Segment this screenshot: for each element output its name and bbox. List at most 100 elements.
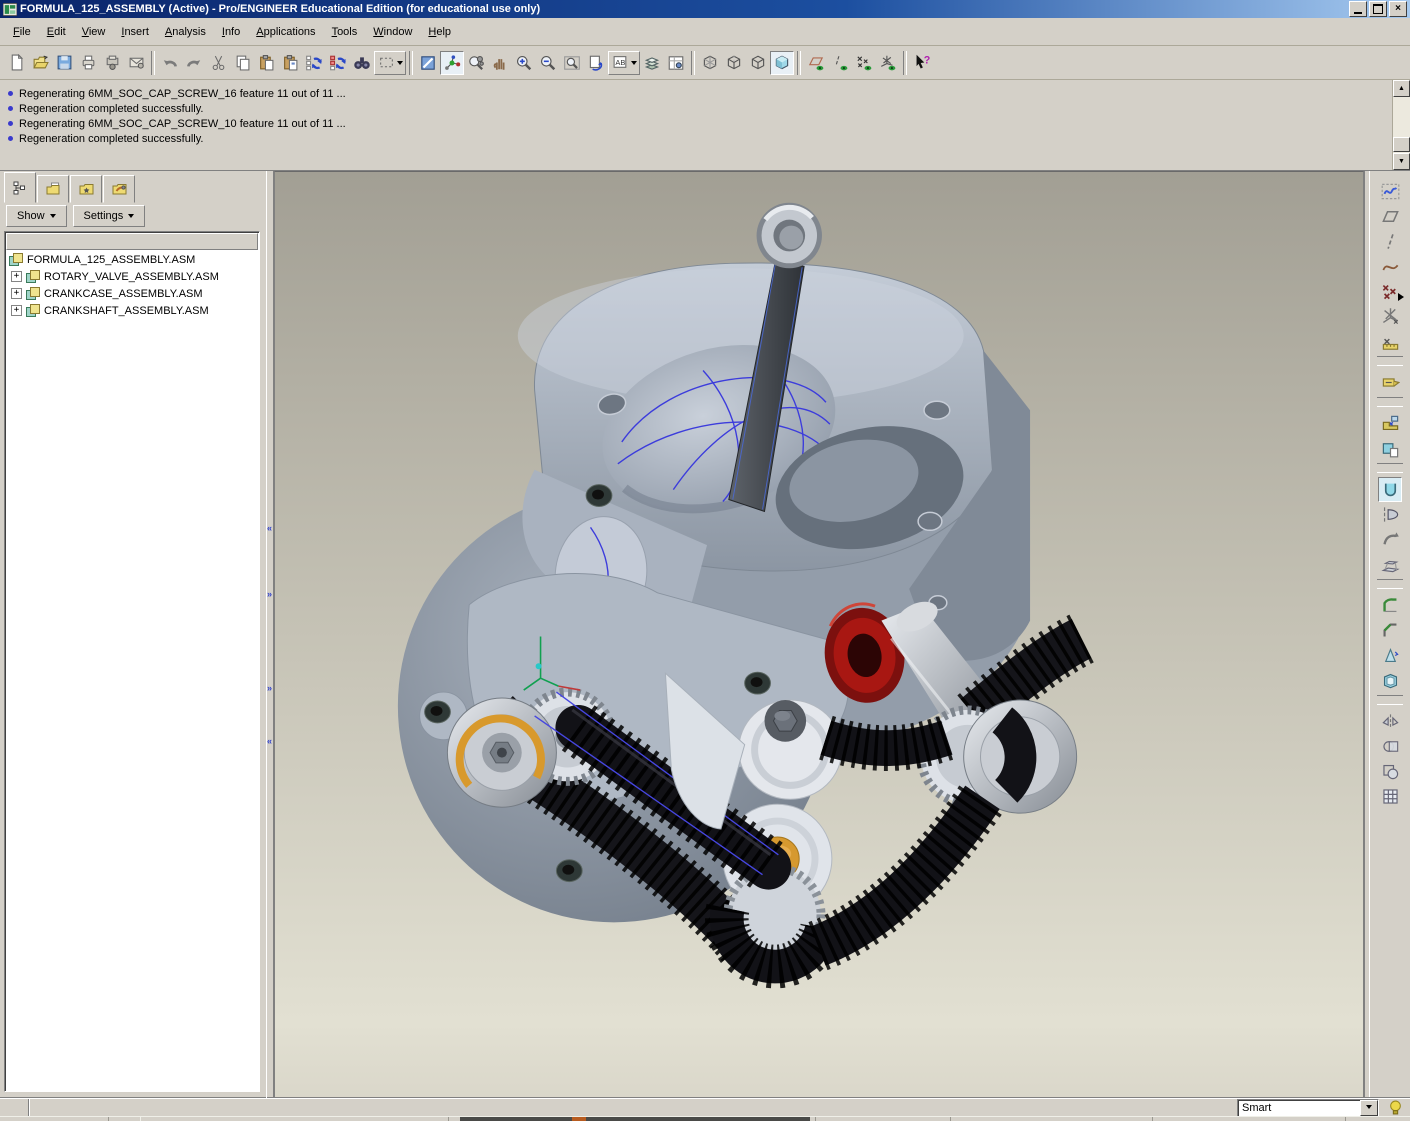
menu-info[interactable]: Info: [215, 23, 247, 41]
menu-insert[interactable]: Insert: [114, 23, 156, 41]
repaint-button[interactable]: [416, 51, 440, 75]
send-mail-button[interactable]: [124, 51, 148, 75]
cut-button[interactable]: [206, 51, 230, 75]
print-preview-button[interactable]: [100, 51, 124, 75]
print-button[interactable]: [76, 51, 100, 75]
spin-center-button[interactable]: [440, 51, 464, 75]
paste-button[interactable]: [254, 51, 278, 75]
scroll-track[interactable]: [1393, 97, 1410, 153]
merge-button[interactable]: [1378, 734, 1402, 759]
datum-axes-toggle[interactable]: [828, 51, 852, 75]
open-button[interactable]: [28, 51, 52, 75]
sketch-tool-button[interactable]: [1378, 179, 1402, 204]
tab-favorites[interactable]: [70, 175, 102, 203]
tab-model-tree[interactable]: [4, 172, 36, 203]
hidden-line-button[interactable]: [722, 51, 746, 75]
new-file-button[interactable]: [4, 51, 28, 75]
find-button[interactable]: [350, 51, 374, 75]
3d-viewport[interactable]: [274, 171, 1364, 1098]
pan-zoom-button[interactable]: [488, 51, 512, 75]
pattern-button[interactable]: [1378, 784, 1402, 809]
chamfer-button[interactable]: [1378, 618, 1402, 643]
shell-button[interactable]: [1378, 668, 1402, 693]
layers-button[interactable]: [640, 51, 664, 75]
undo-button[interactable]: [158, 51, 182, 75]
select-box-dropdown[interactable]: [374, 51, 406, 75]
close-button[interactable]: ×: [1389, 1, 1407, 17]
copy-button[interactable]: [230, 51, 254, 75]
panel-splitter[interactable]: « » » «: [266, 171, 274, 1098]
menu-file[interactable]: File: [6, 23, 38, 41]
context-help-button[interactable]: ?: [910, 51, 934, 75]
copy-icon: [234, 54, 251, 71]
round-button[interactable]: [1378, 593, 1402, 618]
menu-analysis[interactable]: Analysis: [158, 23, 213, 41]
regenerate-button[interactable]: [302, 51, 326, 75]
coordinate-system-button[interactable]: [1378, 304, 1402, 329]
tab-folder-browser[interactable]: [37, 175, 69, 203]
draft-button[interactable]: [1378, 643, 1402, 668]
scroll-down-button[interactable]: ▼: [1393, 153, 1410, 170]
zoom-in-button[interactable]: [512, 51, 536, 75]
tree-item[interactable]: + CRANKSHAFT_ASSEMBLY.ASM: [5, 302, 259, 319]
orient-mode-button[interactable]: [464, 51, 488, 75]
tree-item[interactable]: + CRANKCASE_ASSEMBLY.ASM: [5, 285, 259, 302]
select-box-button[interactable]: [375, 53, 397, 73]
analysis-measure-button[interactable]: [1378, 329, 1402, 354]
selection-filter-combo[interactable]: Smart: [1237, 1099, 1379, 1117]
paste-special-button[interactable]: [278, 51, 302, 75]
regenerate-manager-button[interactable]: [326, 51, 350, 75]
annotation-button[interactable]: [1378, 370, 1402, 395]
expand-icon[interactable]: +: [11, 288, 22, 299]
datum-planes-toggle[interactable]: [804, 51, 828, 75]
show-button[interactable]: Show: [6, 205, 67, 227]
save-button[interactable]: [52, 51, 76, 75]
shaded-button[interactable]: [770, 51, 794, 75]
title-bar[interactable]: FORMULA_125_ASSEMBLY (Active) - Pro/ENGI…: [0, 0, 1410, 18]
menu-help[interactable]: Help: [421, 23, 458, 41]
datum-plane-button[interactable]: [1378, 204, 1402, 229]
settings-button[interactable]: Settings: [73, 205, 146, 227]
revolve-button[interactable]: [1378, 502, 1402, 527]
main-toolbar: AB ?: [0, 46, 1410, 80]
expand-icon[interactable]: +: [11, 271, 22, 282]
datum-csys-toggle[interactable]: [876, 51, 900, 75]
create-component-button[interactable]: [1378, 436, 1402, 461]
maximize-button[interactable]: [1369, 1, 1387, 17]
tree-item[interactable]: + ROTARY_VALVE_ASSEMBLY.ASM: [5, 268, 259, 285]
tree-item-root[interactable]: FORMULA_125_ASSEMBLY.ASM: [5, 251, 259, 268]
redo-button[interactable]: [182, 51, 206, 75]
mirror-button[interactable]: [1378, 709, 1402, 734]
extrude-button[interactable]: [1378, 477, 1402, 502]
scroll-thumb[interactable]: [1393, 137, 1410, 152]
selection-filter-dropdown-button[interactable]: [1360, 1100, 1378, 1116]
datum-points-toggle[interactable]: [852, 51, 876, 75]
saved-views-button[interactable]: AB: [609, 53, 631, 73]
minimize-button[interactable]: [1349, 1, 1367, 17]
view-manager-button[interactable]: [664, 51, 688, 75]
saved-views-dropdown[interactable]: AB: [608, 51, 640, 75]
wireframe-button[interactable]: [698, 51, 722, 75]
intersect-button[interactable]: [1378, 759, 1402, 784]
menu-edit[interactable]: Edit: [40, 23, 73, 41]
no-hidden-line-button[interactable]: [746, 51, 770, 75]
datum-curve-button[interactable]: [1378, 254, 1402, 279]
menu-view[interactable]: View: [75, 23, 113, 41]
assemble-component-button[interactable]: [1378, 411, 1402, 436]
reorient-button[interactable]: [584, 51, 608, 75]
shell-icon: [1381, 671, 1400, 690]
blend-button[interactable]: [1378, 552, 1402, 577]
message-scrollbar[interactable]: ▲ ▼: [1392, 80, 1410, 170]
menu-tools[interactable]: Tools: [325, 23, 365, 41]
tab-history[interactable]: [103, 175, 135, 203]
menu-window[interactable]: Window: [366, 23, 419, 41]
zoom-out-button[interactable]: [536, 51, 560, 75]
refit-button[interactable]: [560, 51, 584, 75]
scroll-up-button[interactable]: ▲: [1393, 80, 1410, 97]
status-bulb-icon[interactable]: [1389, 1100, 1402, 1115]
sweep-button[interactable]: [1378, 527, 1402, 552]
flyout-arrow-icon[interactable]: [1398, 293, 1408, 301]
menu-applications[interactable]: Applications: [249, 23, 322, 41]
expand-icon[interactable]: +: [11, 305, 22, 316]
datum-axis-button[interactable]: [1378, 229, 1402, 254]
